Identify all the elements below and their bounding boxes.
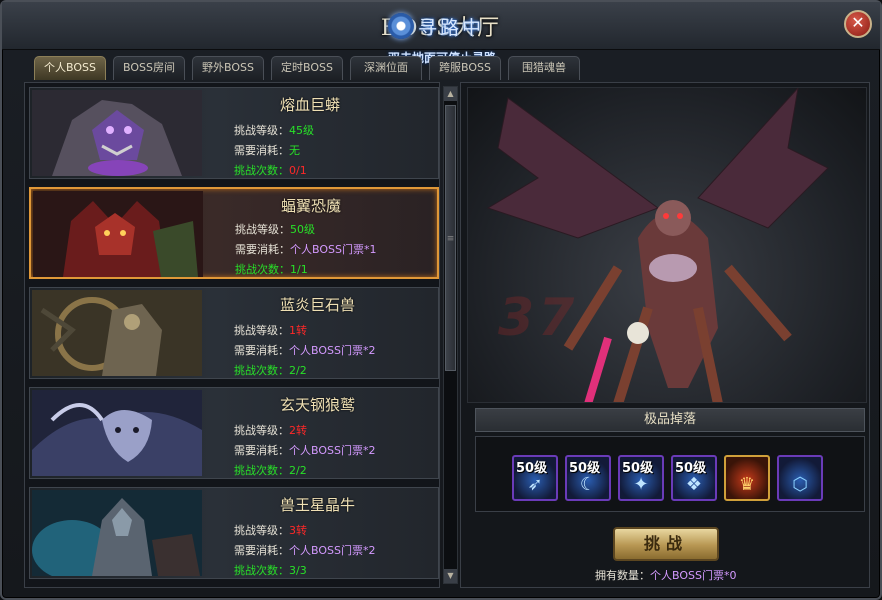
cost-label: 需要消耗：: [235, 243, 290, 256]
count-value: 1/1: [290, 263, 308, 276]
count-value: 2/2: [289, 464, 307, 477]
scroll-up-button[interactable]: ▲: [444, 87, 457, 101]
count-row: 挑战次数：3/3: [234, 562, 307, 578]
level-value: 2转: [289, 424, 307, 437]
tab-field-boss[interactable]: 野外BOSS: [192, 56, 264, 80]
boss-name: 蝠翼恐魔: [281, 197, 342, 215]
level-value: 1转: [289, 324, 307, 337]
count-label: 挑战次数：: [234, 464, 289, 477]
auto-pathing-label: 寻路中: [418, 16, 485, 39]
tab-personal-boss[interactable]: 个人BOSS: [34, 56, 106, 80]
boss-name: 兽王星晶牛: [280, 496, 356, 514]
cost-value: 个人BOSS门票*1: [290, 243, 377, 256]
boss-hall-window: BOSS大厅 寻路中 双击地面可停止寻路 ✕ 个人BOSS BOSS房间 野外B…: [0, 0, 882, 600]
owned-label: 拥有数量：: [595, 569, 650, 582]
count-value: 0/1: [289, 164, 307, 177]
challenge-level-row: 挑战等级：45级: [234, 122, 314, 138]
boss-portrait: [32, 90, 202, 176]
tab-abyss-plane[interactable]: 深渊位面: [350, 56, 422, 80]
cost-row: 需要消耗：个人BOSS门票*2: [234, 342, 375, 358]
level-label: 挑战等级：: [234, 324, 289, 337]
challenge-level-row: 挑战等级：3转: [234, 522, 307, 538]
boss-list-panel: 熔血巨蟒 挑战等级：45级 需要消耗：无 挑战次数：0/1 蝠翼恐魔 挑战等级：…: [24, 82, 440, 588]
cost-value: 个人BOSS门票*2: [289, 344, 376, 357]
scroll-down-button[interactable]: ▼: [444, 569, 457, 583]
count-value: 3/3: [289, 564, 307, 577]
cost-label: 需要消耗：: [234, 544, 289, 557]
boss-list-scrollbar[interactable]: ▲ ≡ ▼: [443, 86, 458, 584]
boss-card-bat-wing-demon[interactable]: 蝠翼恐魔 挑战等级：50级 需要消耗：个人BOSS门票*1 挑战次数：1/1: [29, 187, 439, 279]
drop-slot[interactable]: 50级 ✦: [618, 455, 664, 501]
red-helmet-icon: ♛: [738, 474, 756, 495]
tab-cross-server-boss[interactable]: 跨服BOSS: [429, 56, 501, 80]
level-label: 挑战等级：: [235, 223, 290, 236]
boss-portrait: [32, 290, 202, 376]
challenge-button[interactable]: 挑战: [613, 527, 719, 561]
drop-slot[interactable]: ⬡: [777, 455, 823, 501]
boss-portrait: [32, 390, 202, 476]
challenge-level-row: 挑战等级：1转: [234, 322, 307, 338]
cost-label: 需要消耗：: [234, 344, 289, 357]
crescent-blade-icon: ☾: [579, 474, 597, 495]
boss-portrait: [32, 490, 202, 576]
cost-value: 无: [289, 144, 300, 157]
cost-label: 需要消耗：: [234, 144, 289, 157]
boss-portrait: [33, 191, 203, 277]
cost-label: 需要消耗：: [234, 444, 289, 457]
blue-gem-icon: ⬡: [792, 474, 808, 495]
boss-card-steel-wolf-vulture[interactable]: 玄天钢狼鹫 挑战等级：2转 需要消耗：个人BOSS门票*2 挑战次数：2/2: [29, 387, 439, 479]
tab-soul-beast-hunt[interactable]: 围猎魂兽: [508, 56, 580, 80]
drop-slot[interactable]: 50级 ☾: [565, 455, 611, 501]
cost-value: 个人BOSS门票*2: [289, 544, 376, 557]
boss-card-molten-python[interactable]: 熔血巨蟒 挑战等级：45级 需要消耗：无 挑战次数：0/1: [29, 87, 439, 179]
drops-list: 50级 ➶ 50级 ☾ 50级 ✦ 50级 ❖ ♛ ⬡: [475, 436, 865, 512]
tab-boss-room[interactable]: BOSS房间: [113, 56, 185, 80]
gear-icon: [388, 13, 414, 39]
boss-name: 蓝炎巨石兽: [280, 296, 356, 314]
count-row: 挑战次数：2/2: [234, 462, 307, 478]
crystal-blade-icon: ❖: [685, 474, 703, 495]
drop-slot[interactable]: 50级 ➶: [512, 455, 558, 501]
boss-name: 玄天钢狼鹫: [280, 396, 356, 414]
sword-icon: ➶: [527, 474, 543, 495]
level-label: 挑战等级：: [234, 424, 289, 437]
boss-model-illustration: [486, 88, 829, 402]
cost-row: 需要消耗：个人BOSS门票*1: [235, 241, 376, 257]
boss-detail-panel: 37 极品掉落 50级 ➶ 50级 ☾ 50级 ✦ 50级 ❖ ♛ ⬡ 挑战 拥…: [460, 82, 870, 588]
close-button[interactable]: ✕: [844, 10, 872, 38]
boss-name: 熔血巨蟒: [280, 96, 341, 114]
cost-row: 需要消耗：无: [234, 142, 300, 158]
cost-row: 需要消耗：个人BOSS门票*2: [234, 442, 375, 458]
boss-card-star-crystal-ox[interactable]: 兽王星晶牛 挑战等级：3转 需要消耗：个人BOSS门票*2 挑战次数：3/3: [29, 487, 439, 579]
tab-bar: 个人BOSS BOSS房间 野外BOSS 定时BOSS 深渊位面 跨服BOSS …: [34, 56, 587, 80]
level-value: 50级: [290, 223, 315, 236]
auto-pathing-indicator: 寻路中: [388, 12, 522, 40]
armor-icon: ✦: [633, 474, 649, 495]
count-label: 挑战次数：: [235, 263, 290, 276]
level-label: 挑战等级：: [234, 124, 289, 137]
drop-slot[interactable]: ♛: [724, 455, 770, 501]
level-label: 挑战等级：: [234, 524, 289, 537]
tab-timed-boss[interactable]: 定时BOSS: [271, 56, 343, 80]
drop-slot[interactable]: 50级 ❖: [671, 455, 717, 501]
level-value: 3转: [289, 524, 307, 537]
count-label: 挑战次数：: [234, 164, 289, 177]
count-row: 挑战次数：0/1: [234, 162, 307, 178]
owned-count: 拥有数量：个人BOSS门票*0: [595, 567, 736, 583]
count-value: 2/2: [289, 364, 307, 377]
count-label: 挑战次数：: [234, 564, 289, 577]
count-row: 挑战次数：2/2: [234, 362, 307, 378]
challenge-level-row: 挑战等级：50级: [235, 221, 315, 237]
count-row: 挑战次数：1/1: [235, 261, 308, 277]
scroll-thumb[interactable]: ≡: [445, 105, 456, 371]
level-value: 45级: [289, 124, 314, 137]
drops-header: 极品掉落: [475, 408, 865, 432]
owned-value: 个人BOSS门票*0: [650, 569, 737, 582]
cost-value: 个人BOSS门票*2: [289, 444, 376, 457]
count-label: 挑战次数：: [234, 364, 289, 377]
cost-row: 需要消耗：个人BOSS门票*2: [234, 542, 375, 558]
boss-model-view: 37: [467, 87, 867, 403]
boss-card-blue-flame-golem[interactable]: 蓝炎巨石兽 挑战等级：1转 需要消耗：个人BOSS门票*2 挑战次数：2/2: [29, 287, 439, 379]
challenge-level-row: 挑战等级：2转: [234, 422, 307, 438]
